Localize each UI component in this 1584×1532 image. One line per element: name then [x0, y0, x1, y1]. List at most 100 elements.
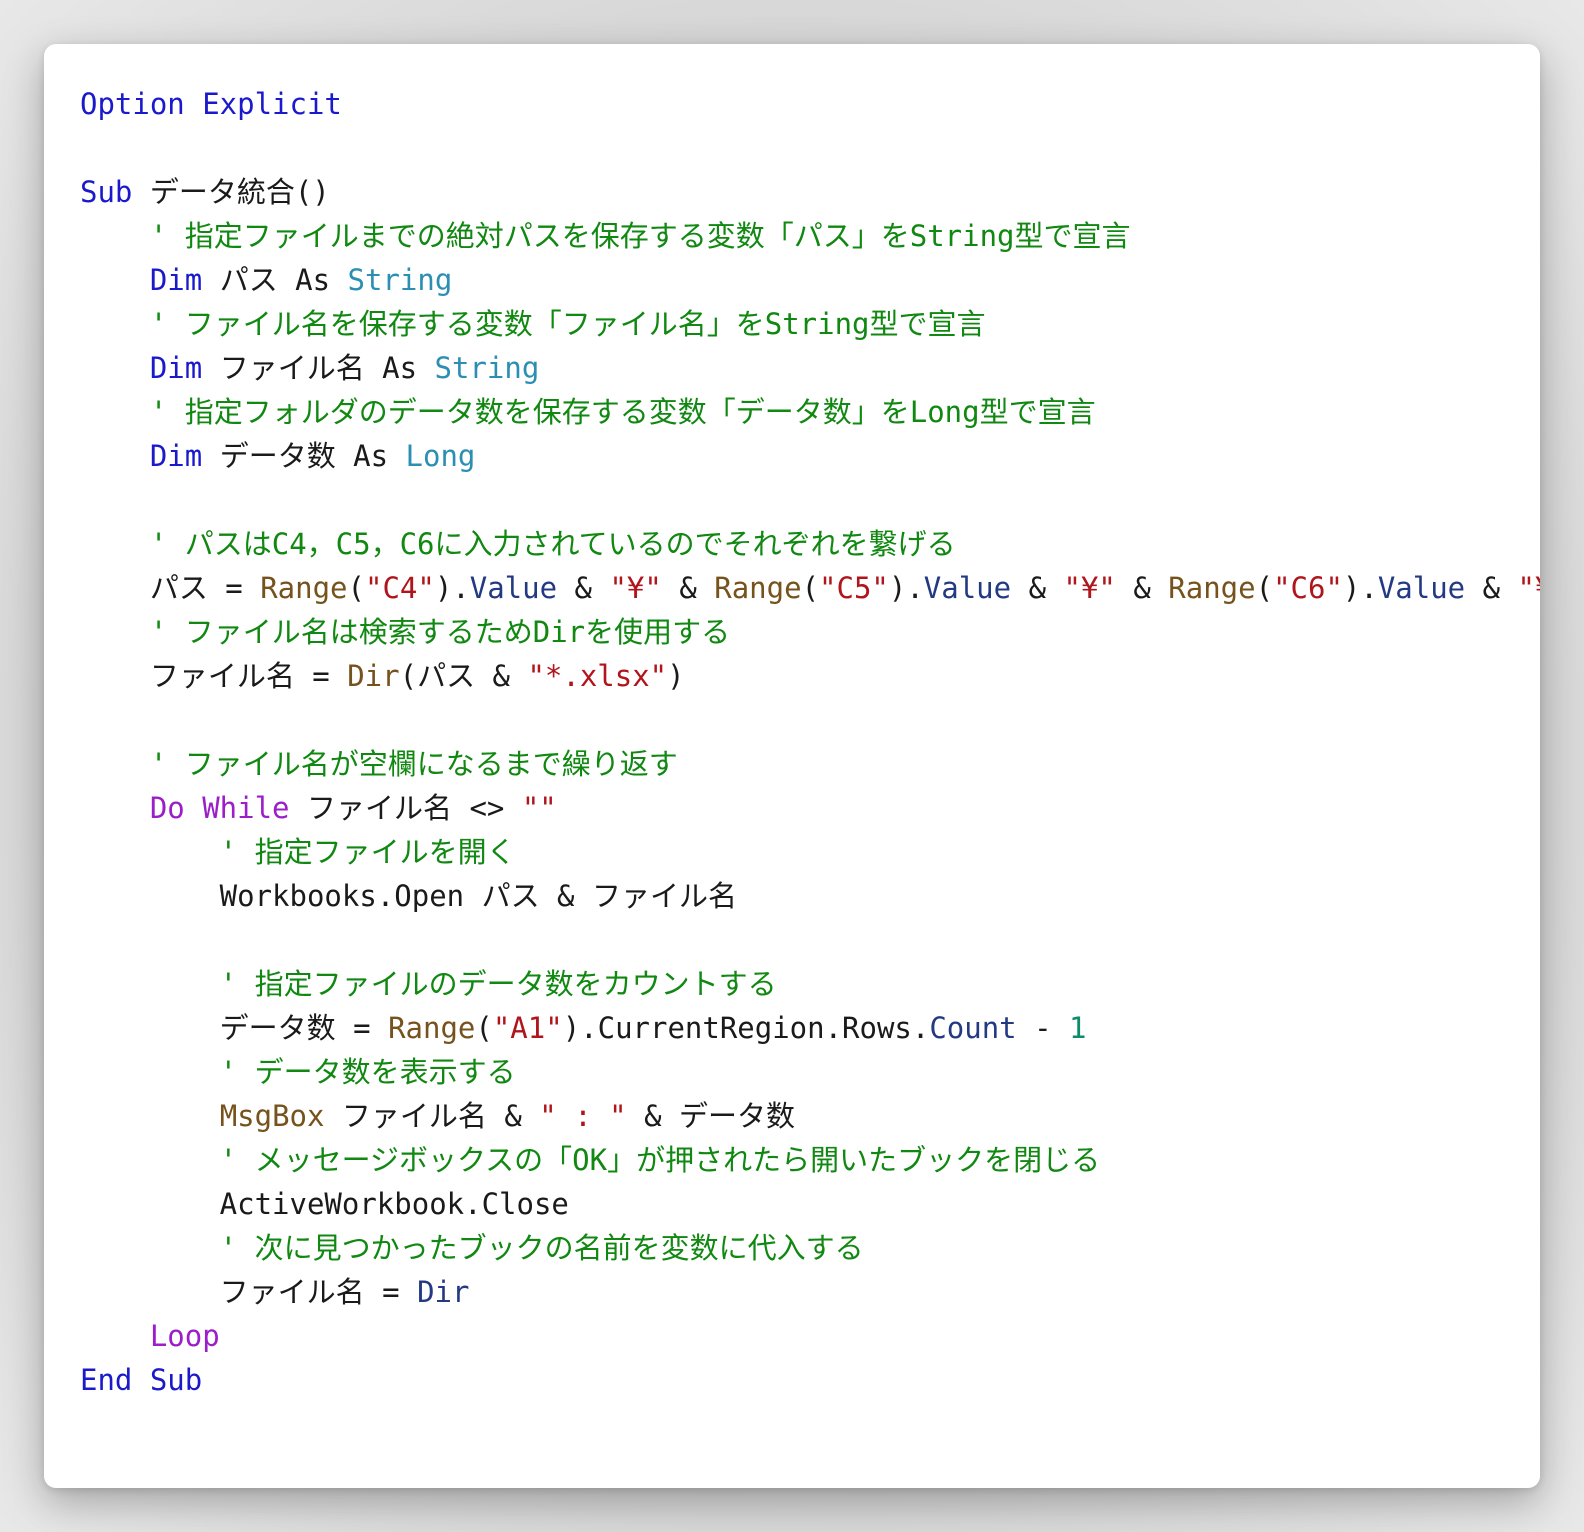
code-token-plain: ).	[434, 571, 470, 605]
code-token-type: String	[434, 351, 540, 385]
code-token-keyword: Sub	[80, 175, 133, 209]
code-line: ' ファイル名を保存する変数「ファイル名」をString型で宣言	[80, 302, 1520, 346]
code-line: ActiveWorkbook.Close	[80, 1182, 1520, 1226]
code-line: ' 指定ファイルまでの絶対パスを保存する変数「パス」をString型で宣言	[80, 214, 1520, 258]
code-token-plain: (	[1255, 571, 1274, 605]
code-line: Loop	[80, 1314, 1520, 1358]
code-token-plain: (	[801, 571, 820, 605]
code-token-function: Range	[714, 571, 802, 605]
code-token-type: String	[347, 263, 453, 297]
code-line: ' 指定フォルダのデータ数を保存する変数「データ数」をLong型で宣言	[80, 390, 1520, 434]
code-token-string: "C6"	[1273, 571, 1343, 605]
code-token-plain: パス =	[80, 571, 261, 605]
code-token-keyword: Dim	[149, 351, 203, 385]
code-line: ' 指定ファイルを開く	[80, 830, 1520, 874]
code-token-comment: ' 指定ファイルのデータ数をカウントする	[80, 967, 777, 1001]
code-token-comment: ' 次に見つかったブックの名前を変数に代入する	[80, 1231, 864, 1265]
code-token-string: "¥"	[1517, 571, 1540, 605]
code-token-plain: &	[1115, 571, 1169, 605]
code-token-string: "¥"	[1063, 571, 1116, 605]
code-token-plain: パス As	[202, 263, 348, 297]
code-token-comment: ' ファイル名が空欄になるまで繰り返す	[80, 747, 678, 781]
code-token-string: ""	[521, 791, 557, 825]
code-line: ' 次に見つかったブックの名前を変数に代入する	[80, 1226, 1520, 1270]
code-token-plain: ActiveWorkbook.Close	[80, 1187, 569, 1221]
code-token-keyword: Option Explicit	[80, 87, 342, 121]
code-token-plain: &	[557, 571, 610, 605]
code-token-plain: データ数 =	[80, 1011, 389, 1045]
code-line: End Sub	[80, 1358, 1520, 1402]
code-token-comment: ' ファイル名は検索するためDirを使用する	[80, 615, 731, 649]
code-token-control: Loop	[149, 1319, 220, 1353]
code-token-plain: & データ数	[626, 1099, 795, 1133]
code-token-plain: &	[1465, 571, 1518, 605]
code-line: ' パスはC4，C5，C6に入力されているのでそれぞれを繋げる	[80, 522, 1520, 566]
code-line: ' ファイル名が空欄になるまで繰り返す	[80, 742, 1520, 786]
code-line: MsgBox ファイル名 & " : " & データ数	[80, 1094, 1520, 1138]
code-token-plain: データ数 As	[202, 439, 406, 473]
code-token-comment: ' 指定ファイルまでの絶対パスを保存する変数「パス」をString型で宣言	[80, 219, 1131, 253]
code-token-function: Dir	[347, 659, 400, 693]
code-token-keyword: End Sub	[80, 1363, 203, 1397]
code-token-comment: ' メッセージボックスの「OK」が押されたら開いたブックを閉じる	[80, 1143, 1101, 1177]
code-token-function: Range	[388, 1011, 476, 1045]
code-line: ' データ数を表示する	[80, 1050, 1520, 1094]
code-line: Do While ファイル名 <> ""	[80, 786, 1520, 830]
code-line: Sub データ統合()	[80, 170, 1520, 214]
code-token-string: "A1"	[492, 1011, 563, 1045]
code-token-plain: &	[661, 571, 715, 605]
code-token-comment: ' データ数を表示する	[80, 1055, 516, 1089]
code-token-comment: ' 指定フォルダのデータ数を保存する変数「データ数」をLong型で宣言	[80, 395, 1096, 429]
code-token-function: Range	[1168, 571, 1256, 605]
code-line: Workbooks.Open パス & ファイル名	[80, 874, 1520, 918]
code-token-plain: データ統合()	[132, 175, 330, 209]
code-token-property: Value	[469, 571, 558, 605]
code-token-comment: ' パスはC4，C5，C6に入力されているのでそれぞれを繋げる	[80, 527, 956, 561]
code-token-plain: ファイル名 <>	[289, 791, 522, 825]
code-line: Dim データ数 As Long	[80, 434, 1520, 478]
code-line: ' メッセージボックスの「OK」が押されたら開いたブックを閉じる	[80, 1138, 1520, 1182]
code-line: ファイル名 = Dir(パス & "*.xlsx")	[80, 654, 1520, 698]
code-token-function: MsgBox	[219, 1099, 325, 1133]
code-token-control: Do While	[149, 791, 290, 825]
code-token-keyword: Dim	[149, 263, 203, 297]
code-panel: Option Explicit Sub データ統合() ' 指定ファイルまでの絶対…	[44, 44, 1540, 1488]
code-line: データ数 = Range("A1").CurrentRegion.Rows.Co…	[80, 1006, 1520, 1050]
code-token-plain: )	[667, 659, 685, 693]
code-line: Dim ファイル名 As String	[80, 346, 1520, 390]
code-line: Option Explicit	[80, 82, 1520, 126]
code-line: ファイル名 = Dir	[80, 1270, 1520, 1314]
code-token-plain: ).CurrentRegion.Rows.	[562, 1011, 930, 1045]
code-token-plain: ファイル名 =	[80, 1275, 418, 1309]
code-token-property: Count	[929, 1011, 1017, 1045]
code-token-comment: ' ファイル名を保存する変数「ファイル名」をString型で宣言	[80, 307, 986, 341]
code-token-plain: -	[1016, 1011, 1070, 1045]
code-token-plain: (パス &	[399, 659, 528, 693]
code-line: ' ファイル名は検索するためDirを使用する	[80, 610, 1520, 654]
code-token-string: "C5"	[819, 571, 889, 605]
code-token-comment: ' 指定ファイルを開く	[80, 835, 516, 869]
code-token-string: "C4"	[365, 571, 435, 605]
code-token-type: Long	[405, 439, 476, 473]
code-token-plain: Workbooks.Open パス & ファイル名	[80, 879, 737, 913]
code-token-plain: ファイル名 =	[80, 659, 348, 693]
code-token-plain: ).	[1342, 571, 1378, 605]
code-token-plain: (	[347, 571, 365, 605]
code-block[interactable]: Option Explicit Sub データ統合() ' 指定ファイルまでの絶対…	[80, 82, 1540, 1402]
code-token-property: Value	[923, 571, 1012, 605]
code-token-string: " : "	[539, 1099, 627, 1133]
code-token-plain: (	[475, 1011, 493, 1045]
code-token-string: "*.xlsx"	[527, 659, 668, 693]
code-token-plain: &	[1011, 571, 1064, 605]
code-token-function: Range	[260, 571, 348, 605]
code-token-string: "¥"	[609, 571, 662, 605]
